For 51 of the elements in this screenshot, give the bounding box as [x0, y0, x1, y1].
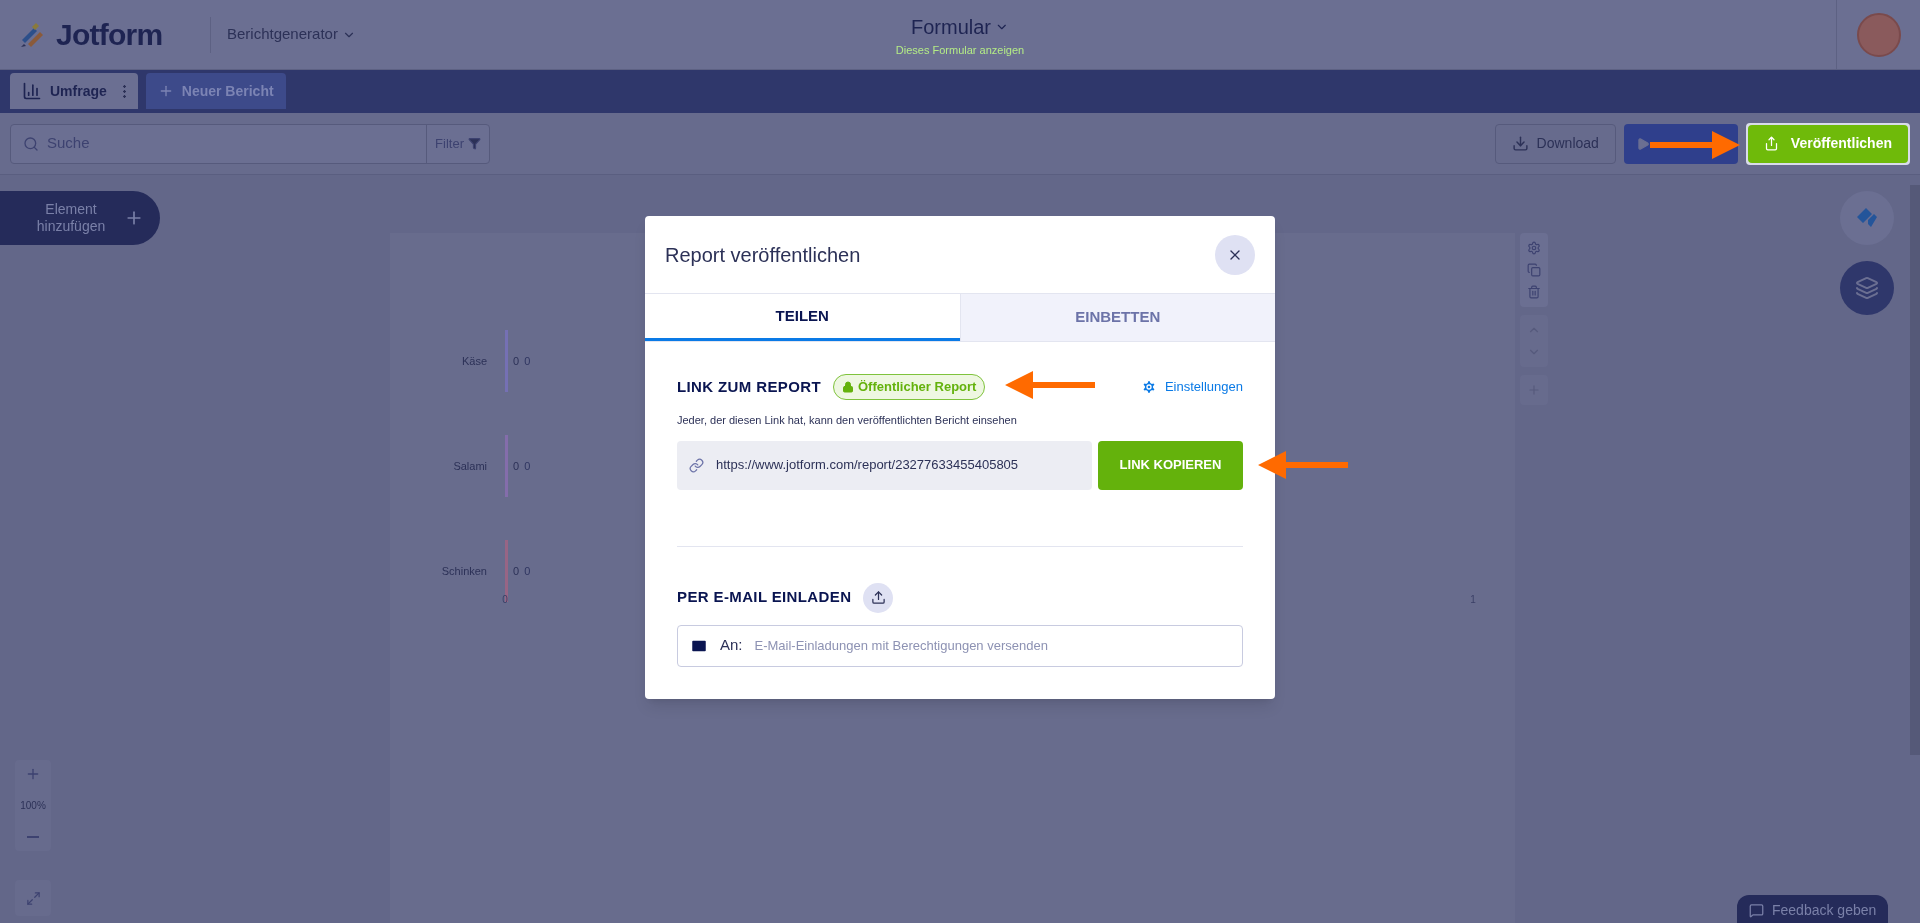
minus-icon — [27, 836, 39, 838]
layers-icon — [1855, 276, 1879, 300]
copy-link-button[interactable]: LINK KOPIEREN — [1098, 440, 1243, 490]
feedback-button[interactable]: Feedback geben — [1737, 895, 1889, 923]
chart-icon — [22, 81, 42, 101]
download-icon — [1511, 135, 1529, 152]
upload-button[interactable] — [863, 582, 894, 613]
expand-icon — [25, 890, 41, 906]
search-icon — [23, 135, 39, 152]
logo-text: Jotform — [56, 17, 163, 53]
email-invite-field[interactable]: An: E-Mail-Einladungen mit Berechtigungen versenden — [677, 624, 1243, 667]
dialog-tab[interactable]: EINBETTEN — [959, 294, 1275, 341]
section-heading: PER E-MAIL EINLADEN — [677, 587, 852, 608]
report-url-field[interactable]: https://www.jotform.com/report/23277633455405805 — [677, 440, 1092, 490]
category-label: Salami — [453, 460, 487, 472]
settings-link[interactable]: Einstellungen — [1140, 377, 1243, 397]
gear-icon — [1140, 379, 1157, 395]
axis-tick-label: 0 — [502, 594, 508, 605]
play-icon — [1635, 136, 1650, 151]
add-element-button[interactable]: Element hinzufügen — [0, 191, 160, 245]
link-icon — [689, 457, 704, 473]
report-tab[interactable]: Neuer Bericht — [145, 73, 286, 109]
fit-screen-button[interactable] — [15, 880, 51, 916]
close-button[interactable] — [1215, 234, 1255, 275]
download-button[interactable]: Download — [1494, 123, 1616, 164]
dialog-title: Report veröffentlichen — [665, 242, 861, 268]
view-form-link[interactable]: Dieses Formular anzeigen — [895, 42, 1025, 59]
copy-icon[interactable] — [1527, 263, 1541, 277]
filter-icon — [468, 137, 481, 150]
report-tab[interactable]: Umfrage — [10, 73, 138, 109]
status-badge: Öffentlicher Report — [832, 374, 986, 400]
plus-icon — [25, 766, 41, 782]
field-label: An: — [720, 635, 743, 656]
upload-icon — [870, 590, 886, 605]
publish-button[interactable]: Veröffentlichen — [1747, 124, 1908, 163]
more-dots-icon — [122, 84, 126, 98]
app-menu[interactable]: Berichtgenerator — [227, 23, 356, 46]
layers-button[interactable] — [1840, 261, 1894, 315]
settings-icon[interactable] — [1527, 241, 1541, 255]
dialog-tab[interactable]: TEILEN — [645, 294, 960, 341]
category-label: Käse — [461, 355, 487, 367]
bar — [505, 330, 508, 392]
category-label: Schinken — [441, 565, 487, 577]
lock-icon — [841, 381, 854, 393]
feedback-icon — [1749, 902, 1764, 918]
link-description: Jeder, der diesen Link hat, kann den veröffentlichten Bericht einsehen — [677, 413, 1018, 428]
section-heading: LINK ZUM REPORT — [677, 376, 821, 397]
trash-icon[interactable] — [1527, 285, 1541, 299]
form-title-menu[interactable]: Formular — [911, 12, 1009, 42]
email-input[interactable]: E-Mail-Einladungen mit Berechtigungen versenden — [754, 635, 1230, 656]
share-icon — [1763, 136, 1779, 151]
